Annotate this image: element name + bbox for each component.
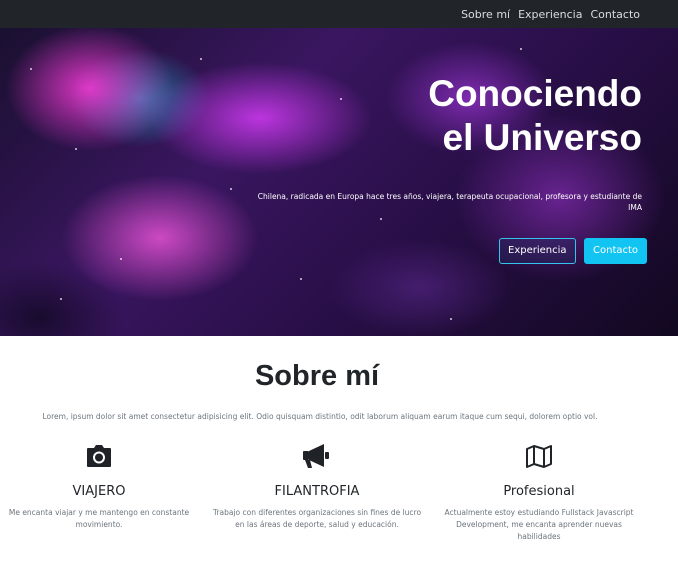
hero-subtitle: Chilena, radicada en Europa hace tres añ…: [257, 192, 642, 212]
camera-icon: [87, 445, 111, 467]
feature-profesional: Profesional Actualmente estoy estudiando…: [434, 443, 644, 543]
feature-title-filantrofia: FILANTROFIA: [274, 484, 360, 499]
feature-title-viajero: VIAJERO: [72, 484, 126, 499]
feature-desc-filantrofia: Trabajo con diferentes organizaciones si…: [212, 508, 422, 529]
contacto-button[interactable]: Contacto: [584, 238, 648, 264]
map-icon: [526, 445, 552, 468]
feature-desc-profesional: Actualmente estoy estudiando Fullstack J…: [444, 508, 634, 541]
about-text: Lorem, ipsum dolor sit amet consectetur …: [42, 412, 598, 421]
megaphone-icon: [303, 444, 329, 468]
top-navbar: Sobre mí Experiencia Contacto: [0, 0, 678, 28]
hero-title: Conociendo el Universo: [322, 72, 642, 160]
feature-title-profesional: Profesional: [503, 484, 575, 499]
nav-link-sobre-mi[interactable]: Sobre mí: [461, 8, 510, 21]
experiencia-button[interactable]: Experiencia: [499, 238, 576, 264]
about-title: Sobre mí: [254, 360, 380, 392]
nav-link-experiencia[interactable]: Experiencia: [518, 8, 582, 21]
feature-desc-viajero: Me encanta viajar y me mantengo en const…: [8, 508, 190, 529]
hero-banner: Conociendo el Universo Chilena, radicada…: [0, 28, 678, 336]
hero-title-line-2: el Universo: [442, 117, 642, 158]
feature-filantrofia: FILANTROFIA Trabajo con diferentes organ…: [212, 443, 422, 531]
hero-title-line-1: Conociendo: [428, 73, 642, 114]
feature-viajero: VIAJERO Me encanta viajar y me mantengo …: [0, 443, 204, 531]
nav-link-contacto[interactable]: Contacto: [590, 8, 640, 21]
